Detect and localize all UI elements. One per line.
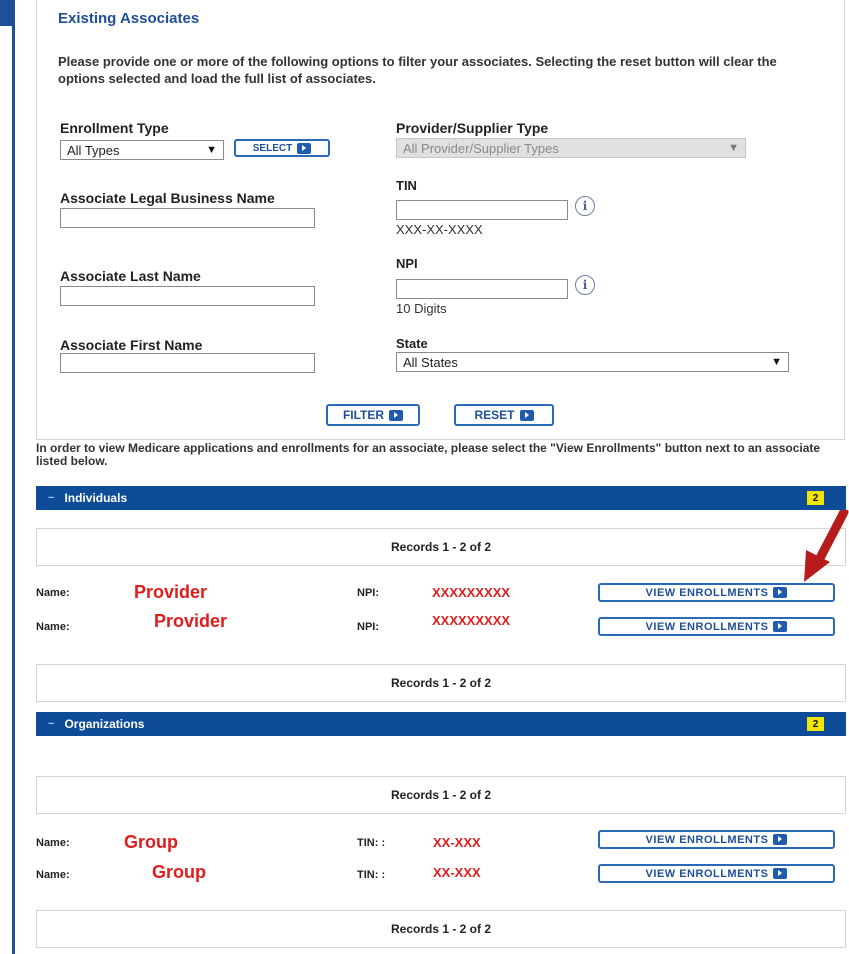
state-label: State bbox=[396, 336, 428, 351]
filter-instructions: Please provide one or more of the follow… bbox=[58, 54, 777, 86]
info-icon[interactable]: i bbox=[575, 196, 595, 216]
select-button-label: SELECT bbox=[252, 142, 293, 154]
chevron-down-icon: ▼ bbox=[206, 144, 217, 156]
individuals-records-top: Records 1 - 2 of 2 bbox=[36, 528, 846, 566]
last-name-label: Associate Last Name bbox=[60, 268, 201, 284]
tin-input[interactable] bbox=[396, 200, 568, 220]
row-npi: XXXXXXXXX bbox=[432, 613, 511, 628]
individuals-count-badge: 2 bbox=[807, 491, 824, 505]
arrow-right-icon bbox=[773, 621, 788, 632]
select-button[interactable]: SELECT bbox=[234, 139, 330, 157]
view-enrollments-button[interactable]: VIEW ENROLLMENTS bbox=[598, 583, 835, 602]
tin-hint: XXX-XX-XXXX bbox=[396, 222, 483, 237]
chevron-down-icon: ▼ bbox=[728, 142, 739, 154]
reset-button-label: RESET bbox=[474, 408, 515, 422]
left-edge-tab bbox=[0, 0, 12, 26]
organizations-header[interactable]: − Organizations 2 bbox=[36, 712, 846, 736]
arrow-right-icon bbox=[389, 409, 404, 421]
view-enrollments-button[interactable]: VIEW ENROLLMENTS bbox=[598, 617, 835, 636]
individuals-records-bottom: Records 1 - 2 of 2 bbox=[36, 664, 846, 702]
row-tin: XX-XXX bbox=[433, 865, 481, 880]
arrow-right-icon bbox=[773, 868, 788, 879]
row-tin-label: TIN: : bbox=[357, 837, 386, 849]
left-edge-rule bbox=[12, 0, 15, 954]
chevron-down-icon: ▼ bbox=[771, 356, 782, 368]
organizations-count-badge: 2 bbox=[807, 717, 824, 731]
row-name-label: Name: bbox=[36, 621, 70, 633]
row-name: Group bbox=[124, 832, 178, 852]
row-name: Provider bbox=[134, 582, 208, 602]
enrollment-type-label: Enrollment Type bbox=[60, 120, 169, 136]
row-tin-label: TIN: : bbox=[357, 869, 386, 881]
individuals-header[interactable]: − Individuals 2 bbox=[36, 486, 846, 510]
arrow-right-icon bbox=[773, 834, 788, 845]
row-tin: XX-XXX bbox=[433, 835, 481, 850]
organizations-records-bottom: Records 1 - 2 of 2 bbox=[36, 910, 846, 948]
provider-type-label: Provider/Supplier Type bbox=[396, 120, 549, 136]
view-enrollments-label: VIEW ENROLLMENTS bbox=[645, 586, 769, 599]
enrollment-type-select[interactable]: All Types ▼ bbox=[60, 140, 224, 160]
row-npi-label: NPI: bbox=[357, 587, 379, 599]
npi-label: NPI bbox=[396, 256, 418, 271]
filter-button[interactable]: FILTER bbox=[326, 404, 420, 426]
last-name-input[interactable] bbox=[60, 286, 315, 306]
collapse-icon[interactable]: − bbox=[48, 492, 54, 504]
arrow-right-icon bbox=[297, 142, 312, 154]
organizations-title: Organizations bbox=[64, 717, 145, 731]
view-enrollments-label: VIEW ENROLLMENTS bbox=[645, 620, 769, 633]
view-enrollments-label: VIEW ENROLLMENTS bbox=[645, 867, 769, 880]
annotation-arrow-icon bbox=[804, 510, 849, 582]
first-name-input[interactable] bbox=[60, 353, 315, 373]
tin-label: TIN bbox=[396, 178, 417, 193]
individuals-title: Individuals bbox=[64, 491, 128, 505]
collapse-icon[interactable]: − bbox=[48, 718, 54, 730]
npi-input[interactable] bbox=[396, 279, 568, 299]
state-select[interactable]: All States ▼ bbox=[396, 352, 789, 372]
view-enrollments-button[interactable]: VIEW ENROLLMENTS bbox=[598, 830, 835, 849]
provider-type-select[interactable]: All Provider/Supplier Types ▼ bbox=[396, 138, 746, 158]
row-npi: XXXXXXXXX bbox=[432, 585, 511, 600]
filter-button-label: FILTER bbox=[342, 408, 385, 422]
row-name-label: Name: bbox=[36, 837, 70, 849]
first-name-label: Associate First Name bbox=[60, 337, 203, 353]
row-name-label: Name: bbox=[36, 587, 70, 599]
organizations-records-top: Records 1 - 2 of 2 bbox=[36, 776, 846, 814]
info-icon[interactable]: i bbox=[575, 275, 595, 295]
view-enrollments-label: VIEW ENROLLMENTS bbox=[645, 833, 769, 846]
npi-hint: 10 Digits bbox=[396, 301, 447, 316]
legal-name-input[interactable] bbox=[60, 208, 315, 228]
section-title: Existing Associates bbox=[58, 10, 200, 27]
view-enrollments-note: In order to view Medicare applications a… bbox=[36, 441, 821, 468]
legal-name-label: Associate Legal Business Name bbox=[60, 190, 275, 206]
arrow-right-icon bbox=[519, 409, 534, 421]
state-value: All States bbox=[403, 354, 458, 370]
row-name: Provider bbox=[154, 611, 228, 631]
reset-button[interactable]: RESET bbox=[454, 404, 554, 426]
arrow-right-icon bbox=[773, 587, 788, 598]
row-name-label: Name: bbox=[36, 869, 70, 881]
row-npi-label: NPI: bbox=[357, 621, 379, 633]
enrollment-type-value: All Types bbox=[67, 142, 120, 158]
row-name: Group bbox=[152, 862, 206, 882]
provider-type-value: All Provider/Supplier Types bbox=[403, 140, 559, 156]
view-enrollments-button[interactable]: VIEW ENROLLMENTS bbox=[598, 864, 835, 883]
